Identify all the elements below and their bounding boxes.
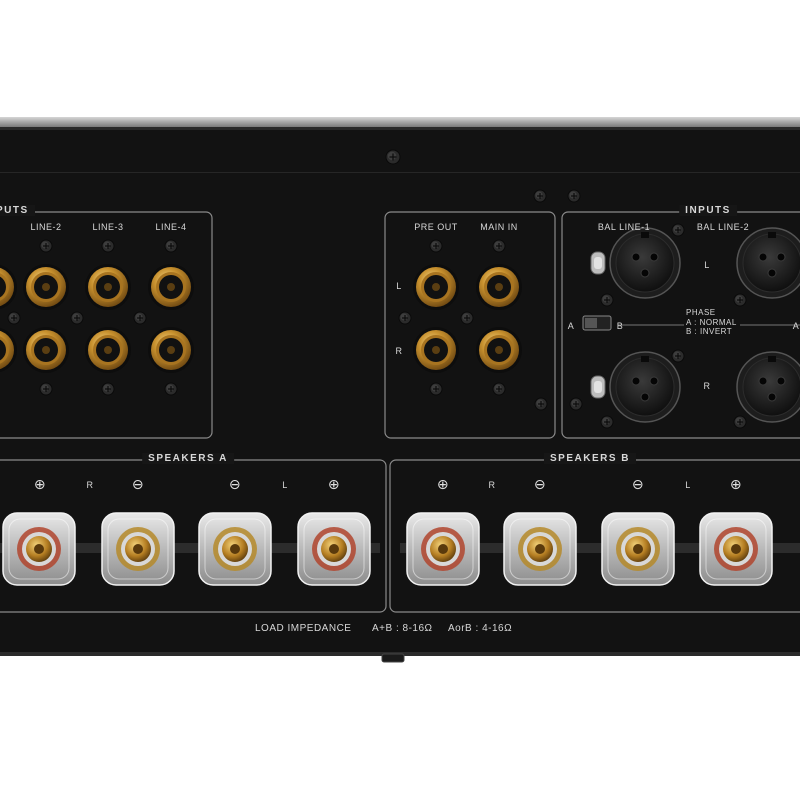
screw-icon [164,239,178,253]
chassis-top-edge [0,117,800,127]
screw-icon [569,397,583,411]
screw-icon [39,382,53,396]
speaker-binding-post [101,512,175,586]
speakers-a-r-label: R [86,480,94,490]
phase-switch-b-label: B [616,321,624,331]
screw-icon [385,149,401,165]
speaker-binding-post [503,512,577,586]
impedance-a-or-b: AorB : 4-16Ω [448,623,513,634]
speakers-a-l-label: L [282,480,288,490]
screw-icon [133,311,147,325]
phase-a-normal: A : NORMAL [686,318,737,327]
speakers-b-l-plus-symbol: ⊕ [729,476,743,492]
screw-icon [733,415,747,429]
screw-icon [101,382,115,396]
load-impedance-label: LOAD IMPEDANCE [255,623,352,634]
pre-out-label: PRE OUT [414,222,458,232]
speakers-b-r-label: R [488,480,496,490]
rca-jack [476,327,522,373]
speakers-b-header: SPEAKERS B [543,453,637,464]
speakers-a-header: SPEAKERS A [142,453,234,464]
foot [381,653,405,663]
rca-jack [148,264,194,310]
rca-jack [23,327,69,373]
inputs-xlr-header: INPUTS [679,205,737,216]
rear-panel-artwork [0,117,800,663]
bal-line-2-label: BAL LINE-2 [696,222,750,232]
screw-icon [733,293,747,307]
rca-jack [476,264,522,310]
screw-icon [7,311,21,325]
pre-main-right-label: R [395,346,403,356]
speakers-a-r-minus-symbol: ⊖ [131,476,145,492]
main-in-label: MAIN IN [480,222,518,232]
impedance-a-plus-b: A+B : 8-16Ω [372,623,433,634]
rca-jack [413,264,459,310]
rca-jack [148,327,194,373]
speakers-b-r-plus-symbol: ⊕ [436,476,450,492]
screw-icon [101,239,115,253]
xlr-right-label: R [703,381,711,391]
rca-jack [413,327,459,373]
screw-icon [460,311,474,325]
speaker-binding-post [699,512,773,586]
screw-icon [398,311,412,325]
rca-jack [85,264,131,310]
screw-icon [567,189,581,203]
screw-icon [492,239,506,253]
screw-icon [492,382,506,396]
screw-icon [671,223,685,237]
line-2-label: LINE-2 [30,222,62,232]
phase-switch-a-label: A [567,321,575,331]
inputs-rca-header: PUTS [0,205,35,216]
phase-switch-a-edge-label: A [792,321,800,331]
speakers-b-l-minus-symbol: ⊖ [631,476,645,492]
xlr-connector [736,227,800,299]
screw-icon [600,415,614,429]
speakers-b-r-minus-symbol: ⊖ [533,476,547,492]
xlr-latch [590,375,606,399]
xlr-connector [609,227,681,299]
rca-jack [85,327,131,373]
phase-title: PHASE [686,308,716,317]
phase-b-invert: B : INVERT [686,327,733,336]
xlr-left-label: L [704,260,710,270]
screw-icon [534,397,548,411]
screw-icon [671,349,685,363]
screw-icon [429,239,443,253]
speaker-binding-post [601,512,675,586]
amplifier-rear-panel: PUTS LINE-2 LINE-3 LINE-4 PRE OUT MAIN I… [0,0,800,800]
speaker-binding-post [2,512,76,586]
rca-jack [23,264,69,310]
speaker-binding-post [198,512,272,586]
bal-line-1-label: BAL LINE-1 [597,222,651,232]
screw-icon [429,382,443,396]
pre-main-left-label: L [396,281,402,291]
screw-icon [600,293,614,307]
screw-icon [533,189,547,203]
speaker-binding-post [406,512,480,586]
speakers-a-l-minus-symbol: ⊖ [228,476,242,492]
xlr-latch [590,251,606,275]
speakers-a-l-plus-symbol: ⊕ [327,476,341,492]
speakers-b-l-label: L [685,480,691,490]
speakers-a-r-plus-symbol: ⊕ [33,476,47,492]
speaker-binding-post [297,512,371,586]
xlr-connector [736,351,800,423]
switch-knob [585,318,597,328]
screw-icon [70,311,84,325]
line-4-label: LINE-4 [155,222,187,232]
xlr-connector [609,351,681,423]
line-3-label: LINE-3 [92,222,124,232]
screw-icon [39,239,53,253]
screw-icon [164,382,178,396]
